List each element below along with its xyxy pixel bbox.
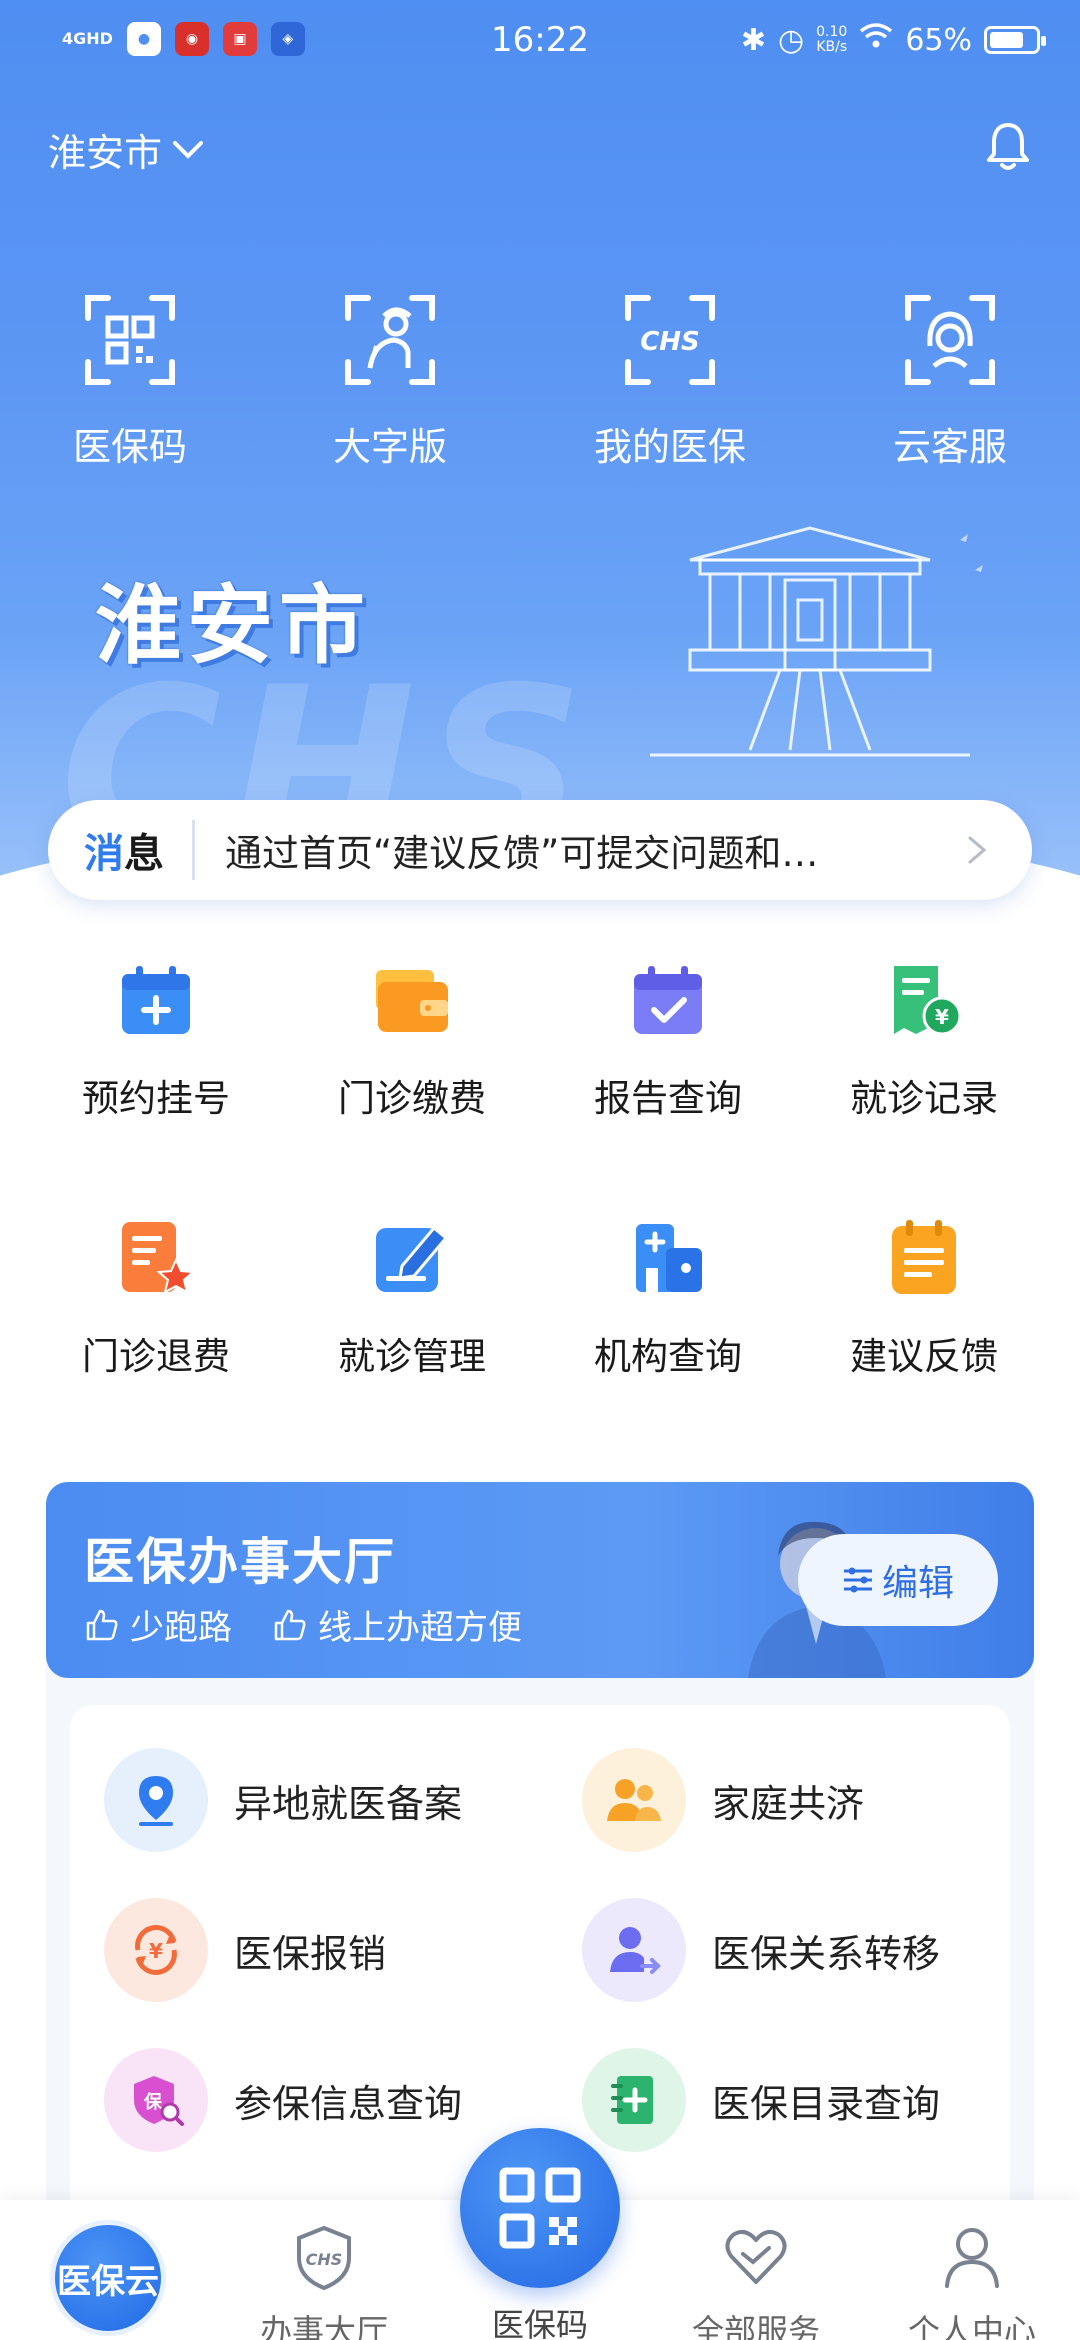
notice-tag: 消息 (84, 831, 164, 877)
hall-item-relation-transfer[interactable]: 医保关系转移 (582, 1898, 940, 2002)
calendar-plus-icon (122, 966, 190, 1034)
quick-actions: 医保码 大字版 CHS 我的医保 云客服 (0, 290, 1080, 490)
tab-all-services[interactable]: 全部服务 (648, 2200, 864, 2340)
service-appointment[interactable]: 预约挂号 (28, 960, 284, 1122)
qr-code-icon (85, 295, 175, 385)
thumbs-up-icon (274, 1609, 306, 1640)
location-pin-icon (139, 1776, 173, 1826)
battery-fill (990, 32, 1023, 48)
landmark-building-illustration (650, 526, 983, 757)
heart-icon (725, 2229, 787, 2284)
svg-text:CHS: CHS (640, 327, 700, 357)
quick-action-insurance-code[interactable]: 医保码 (30, 290, 230, 471)
user-icon (945, 2228, 999, 2288)
chevron-down-icon (173, 140, 204, 159)
service-visit-records[interactable]: ¥ 就诊记录 (796, 960, 1052, 1122)
qr-code-icon (499, 2167, 581, 2249)
service-outpatient-payment[interactable]: 门诊缴费 (284, 960, 540, 1122)
city-selector[interactable]: 淮安市 (48, 122, 204, 177)
tab-profile[interactable]: 个人中心 (864, 2200, 1080, 2340)
chs-icon: CHS (625, 295, 715, 385)
elder-person-icon (345, 295, 435, 385)
net-speed: 0.10 KB/s (816, 24, 848, 55)
receipt-yuan-icon: ¥ (894, 966, 962, 1036)
thumbs-up-icon (86, 1609, 118, 1640)
svg-text:保: 保 (143, 2091, 163, 2113)
family-icon (607, 1779, 661, 1821)
svg-text:¥: ¥ (935, 1005, 949, 1029)
hall-item-remote-medical-filing[interactable]: 异地就医备案 (104, 1748, 462, 1852)
hospital-building-icon (636, 1224, 702, 1292)
edit-note-icon (376, 1226, 448, 1292)
service-report-query[interactable]: 报告查询 (540, 960, 796, 1122)
hero-section: 4GHD ● ◉ ▣ ◈ 16:22 ✱ ◷ 0.10 KB/s 65% 淮安市 (0, 0, 1080, 900)
hall-edit-button[interactable]: 编辑 (798, 1534, 998, 1626)
chs-shield-icon: CHS (297, 2225, 351, 2291)
banner-city-title: 淮安市 (95, 575, 371, 676)
hall-title: 医保办事大厅 (84, 1533, 396, 1591)
notice-bar[interactable]: 消息 通过首页“建议反馈”可提交问题和… (48, 800, 1032, 900)
svg-text:¥: ¥ (149, 1939, 163, 1963)
notice-divider (192, 820, 195, 880)
wallet-icon (376, 970, 448, 1032)
city-name: 淮安市 (48, 131, 163, 175)
tab-insurance-code-center[interactable] (460, 2128, 620, 2288)
battery-icon (984, 26, 1046, 54)
status-bar: 4GHD ● ◉ ▣ ◈ 16:22 ✱ ◷ 0.10 KB/s 65% (0, 0, 1080, 90)
svg-text:CHS: CHS (306, 2250, 343, 2269)
hall-item-catalog-query[interactable]: 医保目录查询 (582, 2048, 940, 2152)
quick-action-my-insurance[interactable]: CHS 我的医保 (570, 290, 770, 471)
transfer-user-icon (610, 1927, 661, 1974)
insurance-search-icon: 保 (134, 2076, 184, 2126)
service-outpatient-refund[interactable]: 门诊退费 (28, 1218, 284, 1380)
calendar-check-icon (634, 966, 702, 1034)
hall-header: 医保办事大厅 少跑路 线上办超方便 编辑 (46, 1482, 1034, 1678)
hall-item-reimbursement[interactable]: ¥ 医保报销 (104, 1898, 386, 2002)
service-feedback[interactable]: 建议反馈 (796, 1218, 1052, 1380)
quick-action-cloud-service[interactable]: 云客服 (850, 290, 1050, 471)
service-institution-query[interactable]: 机构查询 (540, 1218, 796, 1380)
wifi-icon (859, 22, 893, 58)
bell-icon[interactable] (980, 118, 1036, 174)
chevron-right-icon (968, 836, 987, 864)
clipboard-icon (892, 1220, 956, 1294)
catalog-book-icon (611, 2076, 653, 2124)
alarm-icon: ◷ (777, 22, 805, 58)
tab-service-hall[interactable]: CHS 办事大厅 (216, 2200, 432, 2340)
tab-insurance-code-label: 医保码 (491, 2306, 588, 2340)
bluetooth-icon: ✱ (740, 22, 766, 58)
headset-icon (905, 295, 995, 385)
quick-action-large-font[interactable]: 大字版 (290, 290, 490, 471)
hall-item-insurance-info-query[interactable]: 保 参保信息查询 (104, 2048, 462, 2152)
hall-item-family-mutual-aid[interactable]: 家庭共济 (582, 1748, 864, 1852)
reimburse-icon: ¥ (135, 1925, 177, 1975)
service-visit-management[interactable]: 就诊管理 (284, 1218, 540, 1380)
battery-percent: 65% (905, 22, 972, 58)
sliders-icon (843, 1567, 872, 1593)
notice-text: 通过首页“建议反馈”可提交问题和… (225, 832, 819, 875)
tab-home[interactable]: 医保云 (50, 2220, 166, 2336)
refund-star-icon (122, 1222, 196, 1294)
hall-tags: 少跑路 线上办超方便 (84, 1600, 522, 1649)
